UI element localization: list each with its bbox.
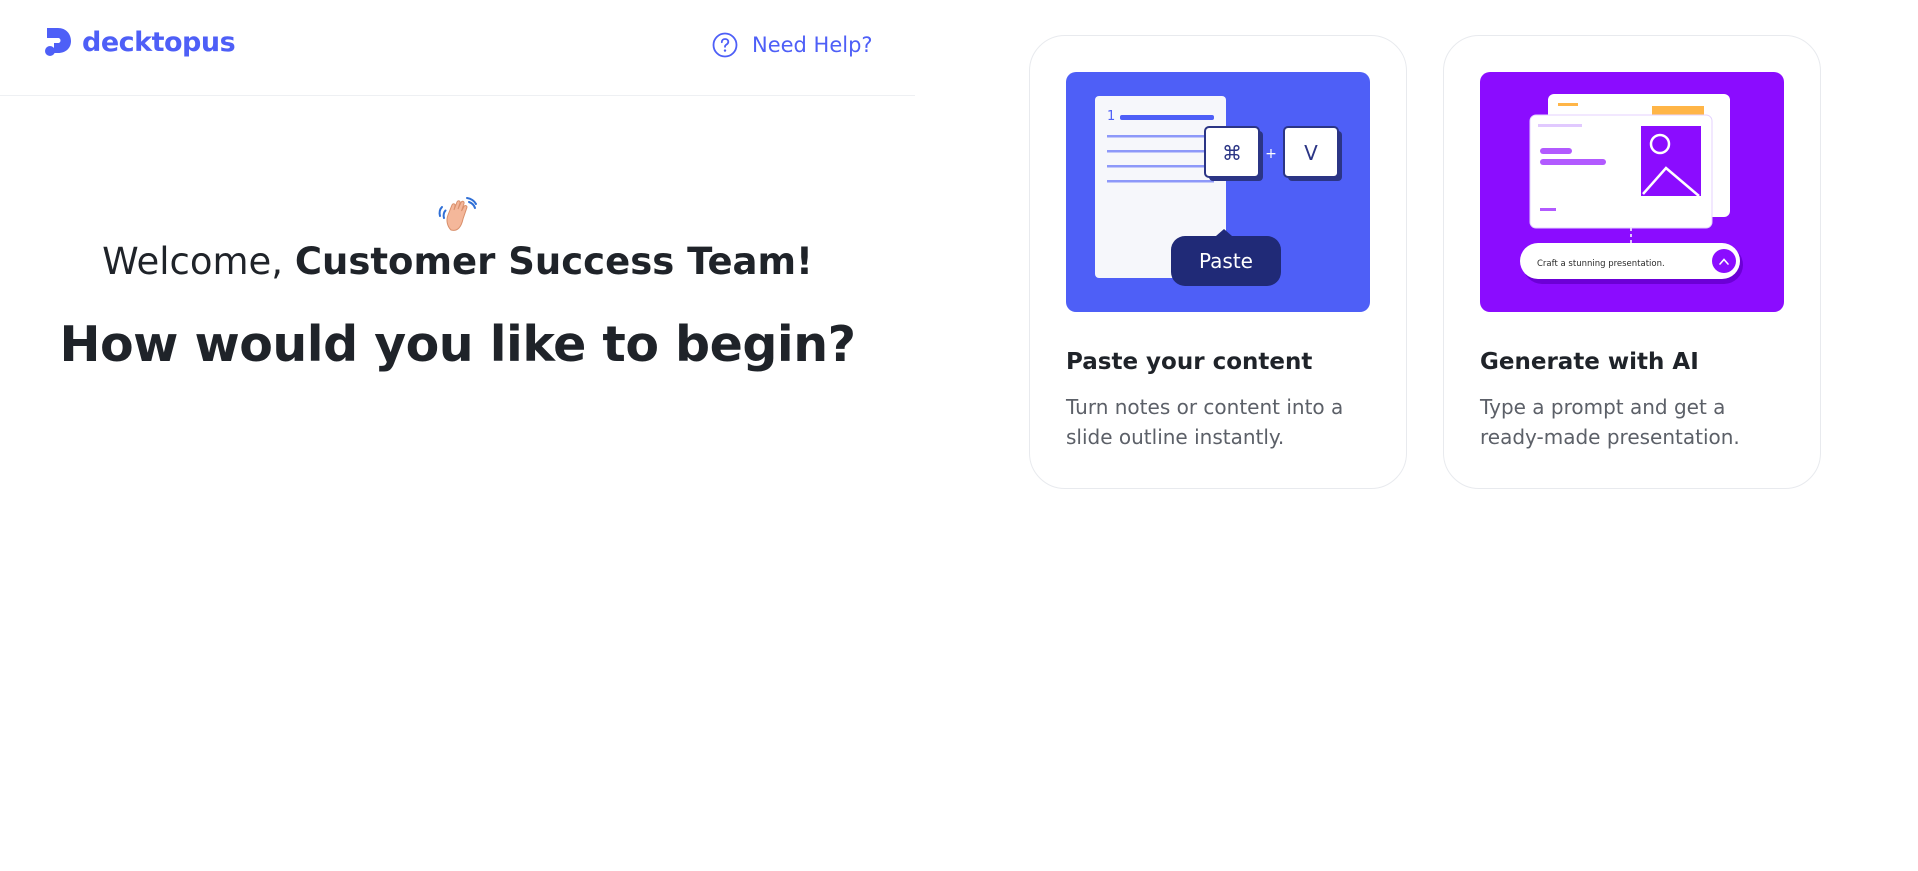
ai-illustration-graphic: Craft a stunning presentation.	[1480, 72, 1784, 312]
need-help-link[interactable]: Need Help?	[712, 32, 873, 58]
paste-content-card[interactable]: 1 ⌘ + V Paste Paste your content Turn no…	[1029, 35, 1407, 489]
cmd-key-label: ⌘	[1222, 141, 1242, 165]
need-help-label: Need Help?	[752, 33, 873, 57]
ai-prompt-text: Craft a stunning presentation.	[1537, 259, 1665, 269]
paste-card-title: Paste your content	[1066, 349, 1313, 375]
page-headline: How would you like to begin?	[59, 316, 856, 373]
paste-card-description: Turn notes or content into a slide outli…	[1066, 395, 1344, 449]
paste-tooltip: Paste	[1199, 249, 1253, 273]
top-bar: decktopus Need Help?	[0, 0, 915, 96]
welcome-greeting: Welcome,	[102, 240, 284, 283]
paste-illustration-graphic: 1 ⌘ + V Paste	[1066, 72, 1370, 312]
ai-card-title: Generate with AI	[1480, 349, 1699, 375]
plus-sign: +	[1265, 146, 1277, 162]
brand-name: decktopus	[82, 26, 236, 58]
question-circle-icon	[712, 32, 738, 58]
decktopus-logo-icon	[45, 28, 71, 56]
line-number: 1	[1107, 109, 1115, 124]
paste-content-illustration: 1 ⌘ + V Paste	[1066, 72, 1370, 312]
waving-hand-icon	[438, 197, 477, 231]
welcome-message: Welcome, Customer Success Team!	[0, 240, 915, 283]
welcome-panel: decktopus Need Help? Welcome, Customer S…	[0, 0, 915, 871]
decktopus-logo[interactable]: decktopus	[44, 26, 236, 58]
generate-ai-card[interactable]: Craft a stunning presentation. Generate …	[1443, 35, 1821, 489]
generate-ai-illustration: Craft a stunning presentation.	[1480, 72, 1784, 312]
v-key-label: V	[1304, 141, 1318, 165]
welcome-user-name: Customer Success Team!	[294, 240, 813, 283]
ai-card-description: Type a prompt and get a ready-made prese…	[1480, 395, 1740, 449]
